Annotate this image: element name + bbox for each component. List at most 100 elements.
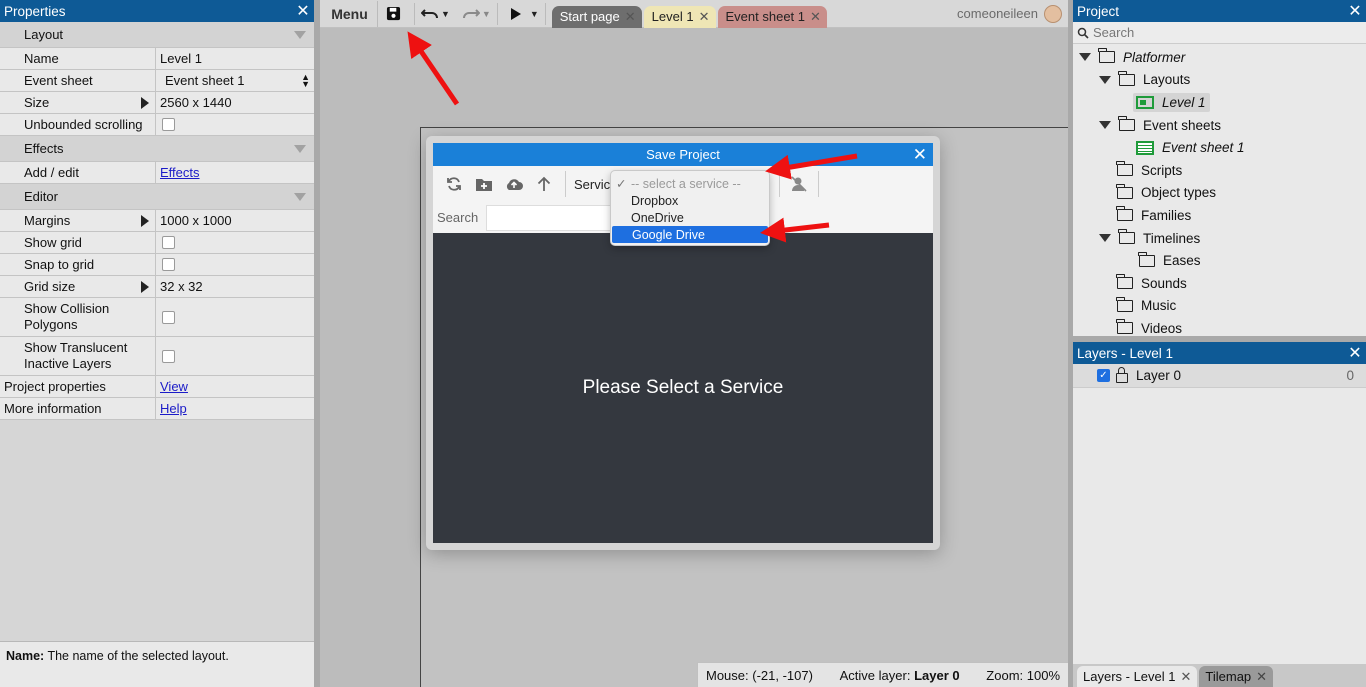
service-dropdown[interactable]: ✓ -- select a service -- Dropbox OneDrive… xyxy=(610,170,770,246)
tree-item-level-1[interactable]: Level 1 xyxy=(1073,91,1366,114)
service-option-google-drive[interactable]: Google Drive xyxy=(612,226,768,243)
tree-item-eases[interactable]: Eases xyxy=(1073,249,1366,272)
category-editor[interactable]: Editor xyxy=(0,184,314,210)
lock-icon[interactable] xyxy=(1116,367,1128,383)
expand-triangle-icon[interactable] xyxy=(1099,121,1111,130)
redo-icon[interactable]: ▼ xyxy=(462,1,491,27)
tab-label: Layers - Level 1 xyxy=(1083,669,1176,684)
folder-icon xyxy=(1116,296,1133,312)
expand-arrow-icon[interactable] xyxy=(141,96,149,109)
folder-icon xyxy=(1116,274,1133,290)
sign-out-icon[interactable] xyxy=(784,169,814,199)
avatar[interactable] xyxy=(1044,4,1062,23)
new-folder-icon[interactable] xyxy=(469,169,499,199)
up-arrow-icon[interactable] xyxy=(529,169,559,199)
prop-label[interactable]: Size xyxy=(0,92,156,113)
show-translucent-checkbox[interactable] xyxy=(162,349,175,363)
tree-item-families[interactable]: Families xyxy=(1073,204,1366,227)
tree-item-object-types[interactable]: Object types xyxy=(1073,182,1366,205)
view-link[interactable]: View xyxy=(160,379,188,394)
menu-button[interactable]: Menu xyxy=(322,0,378,27)
service-option-placeholder[interactable]: ✓ -- select a service -- xyxy=(611,175,769,192)
play-icon[interactable]: ▼ xyxy=(510,1,539,27)
event-sheet-select[interactable]: Event sheet 1 ▲ ▼ xyxy=(156,70,314,91)
show-collision-checkbox[interactable] xyxy=(162,310,175,324)
expand-triangle-icon[interactable] xyxy=(1099,234,1111,243)
tree-item-sounds[interactable]: Sounds xyxy=(1073,272,1366,295)
folder-icon xyxy=(1118,116,1135,132)
prop-show-collision: Show Collision Polygons xyxy=(0,298,314,337)
close-icon[interactable]: ✕ xyxy=(913,145,927,165)
undo-icon[interactable]: ▼ xyxy=(421,1,450,27)
tab-start-page[interactable]: Start page ✕ xyxy=(551,5,642,28)
expand-triangle-icon[interactable] xyxy=(1079,53,1091,62)
size-label: Size xyxy=(24,95,50,110)
upload-icon[interactable] xyxy=(499,169,529,199)
layer-row[interactable]: ✓ Layer 0 0 xyxy=(1073,364,1366,388)
tree-item-event-sheet-1[interactable]: Event sheet 1 xyxy=(1073,136,1366,159)
tree-label: Sounds xyxy=(1141,275,1187,291)
layer-visible-checkbox[interactable]: ✓ xyxy=(1097,369,1110,382)
dialog-title: Save Project xyxy=(646,147,720,162)
tree-item-scripts[interactable]: Scripts xyxy=(1073,159,1366,182)
unbounded-checkbox[interactable] xyxy=(162,118,175,131)
tree-label: Timelines xyxy=(1143,230,1201,246)
tab-event-sheet-1[interactable]: Event sheet 1 ✕ xyxy=(717,5,827,28)
category-effects[interactable]: Effects xyxy=(0,136,314,162)
tree-item-timelines[interactable]: Timelines xyxy=(1073,227,1366,250)
tree-item-videos[interactable]: Videos xyxy=(1073,317,1366,336)
prop-label: Snap to grid xyxy=(0,254,156,275)
tab-tilemap[interactable]: Tilemap ✕ xyxy=(1199,666,1274,687)
save-icon[interactable] xyxy=(378,1,408,27)
effects-link[interactable]: Effects xyxy=(160,165,200,180)
category-layout[interactable]: Layout xyxy=(0,22,314,48)
collapse-triangle-icon[interactable] xyxy=(294,144,306,153)
refresh-icon[interactable] xyxy=(439,169,469,199)
prop-label: Name xyxy=(0,48,156,69)
prop-label[interactable]: Margins xyxy=(0,210,156,231)
expand-arrow-icon[interactable] xyxy=(141,280,149,293)
checkmark-icon: ✓ xyxy=(616,177,627,191)
tab-label: Level 1 xyxy=(651,9,694,24)
tab-layers[interactable]: Layers - Level 1 ✕ xyxy=(1077,666,1198,687)
search-icon xyxy=(1077,27,1089,39)
margins-label: Margins xyxy=(24,213,71,228)
prop-margins: Margins 1000 x 1000 xyxy=(0,210,314,232)
size-value[interactable]: 2560 x 1440 xyxy=(156,92,314,113)
tree-item-platformer[interactable]: Platformer xyxy=(1073,46,1366,69)
user-account[interactable]: comeoneileen xyxy=(957,4,1062,23)
grid-size-label: Grid size xyxy=(24,279,76,294)
close-icon[interactable]: ✕ xyxy=(699,9,710,25)
name-value[interactable]: Level 1 xyxy=(156,48,314,69)
close-icon[interactable]: ✕ xyxy=(1344,343,1366,363)
close-icon[interactable]: ✕ xyxy=(292,1,314,21)
folder-icon xyxy=(1118,229,1135,245)
project-search[interactable]: Search xyxy=(1073,22,1366,44)
tree-item-music[interactable]: Music xyxy=(1073,295,1366,318)
expand-arrow-icon[interactable] xyxy=(141,214,149,227)
collapse-triangle-icon[interactable] xyxy=(294,30,306,39)
grid-size-value[interactable]: 32 x 32 xyxy=(156,276,314,297)
help-link[interactable]: Help xyxy=(160,401,187,416)
service-option-onedrive[interactable]: OneDrive xyxy=(611,209,769,226)
show-grid-checkbox[interactable] xyxy=(162,236,175,249)
project-header: Project ✕ xyxy=(1073,0,1366,22)
search-input[interactable] xyxy=(486,204,613,231)
expand-triangle-icon[interactable] xyxy=(1099,75,1111,84)
close-icon[interactable]: ✕ xyxy=(810,9,821,25)
tree-item-layouts[interactable]: Layouts xyxy=(1073,69,1366,92)
folder-icon xyxy=(1098,48,1115,64)
close-icon[interactable]: ✕ xyxy=(625,9,636,25)
close-icon[interactable]: ✕ xyxy=(1181,669,1192,685)
prop-label: Unbounded scrolling xyxy=(0,114,156,135)
prop-label[interactable]: Grid size xyxy=(0,276,156,297)
snap-grid-checkbox[interactable] xyxy=(162,258,175,271)
close-icon[interactable]: ✕ xyxy=(1256,669,1267,685)
collapse-triangle-icon[interactable] xyxy=(294,192,306,201)
close-icon[interactable]: ✕ xyxy=(1344,1,1366,21)
tree-item-event-sheets[interactable]: Event sheets xyxy=(1073,114,1366,137)
margins-value[interactable]: 1000 x 1000 xyxy=(156,210,314,231)
tab-level-1[interactable]: Level 1 ✕ xyxy=(643,5,716,28)
service-option-dropbox[interactable]: Dropbox xyxy=(611,192,769,209)
layout-icon xyxy=(1136,95,1154,109)
